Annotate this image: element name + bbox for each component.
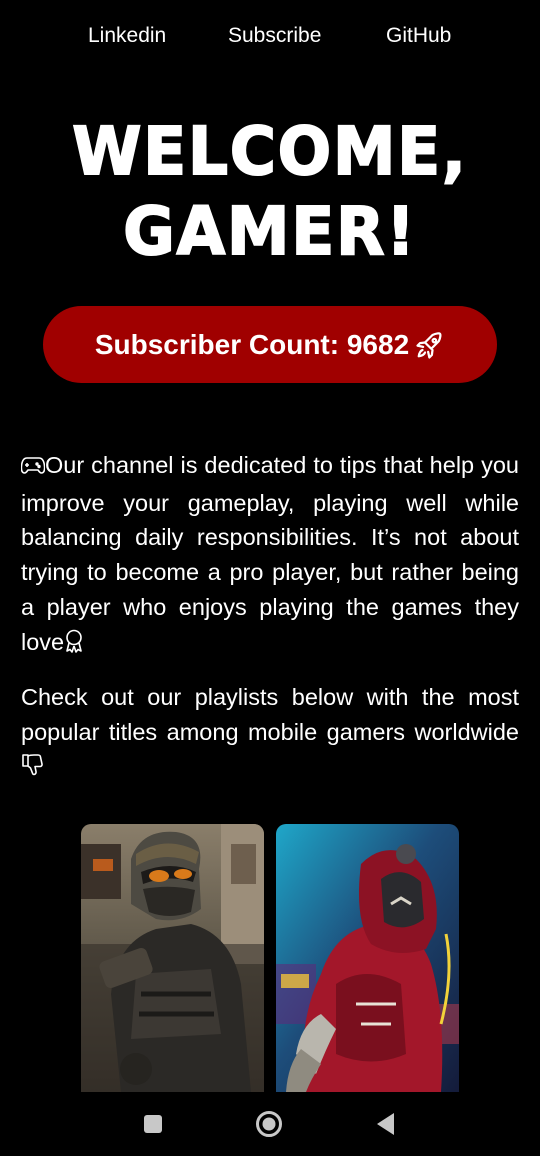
award-icon	[64, 628, 84, 663]
nav-link-github[interactable]: GitHub	[386, 22, 451, 50]
top-nav: Linkedin Subscribe GitHub	[0, 22, 540, 52]
gamepad-icon	[20, 451, 46, 486]
channel-description: Our channel is dedicated to tips that he…	[20, 448, 519, 663]
playlist-card-hooded-hero[interactable]	[276, 824, 459, 1092]
playlist-intro: Check out our playlists below with the m…	[21, 680, 519, 787]
title-line-1: WELCOME,	[71, 112, 468, 191]
subscriber-count-label: Subscriber Count: 9682	[94, 328, 410, 360]
playlist-card-soldier[interactable]	[81, 824, 264, 1092]
red-hooded-hero-game-art	[276, 824, 459, 1092]
recent-apps-icon[interactable]	[137, 1108, 169, 1140]
thumbs-down-icon	[21, 752, 43, 787]
system-nav-bar	[0, 1092, 540, 1156]
subscriber-count-button[interactable]: Subscriber Count: 9682	[43, 306, 497, 383]
rocket-icon	[415, 330, 445, 360]
title-line-2: GAMER!	[122, 192, 417, 271]
back-icon[interactable]	[370, 1108, 402, 1140]
soldier-game-art	[81, 824, 264, 1092]
playlist-intro-text: Check out our playlists below with the m…	[21, 684, 519, 745]
home-icon[interactable]	[253, 1108, 285, 1140]
page-title: WELCOME, GAMER!	[14, 112, 527, 272]
nav-link-subscribe[interactable]: Subscribe	[228, 22, 321, 50]
channel-description-text: Our channel is dedicated to tips that he…	[21, 452, 519, 655]
nav-link-linkedin[interactable]: Linkedin	[88, 22, 166, 50]
